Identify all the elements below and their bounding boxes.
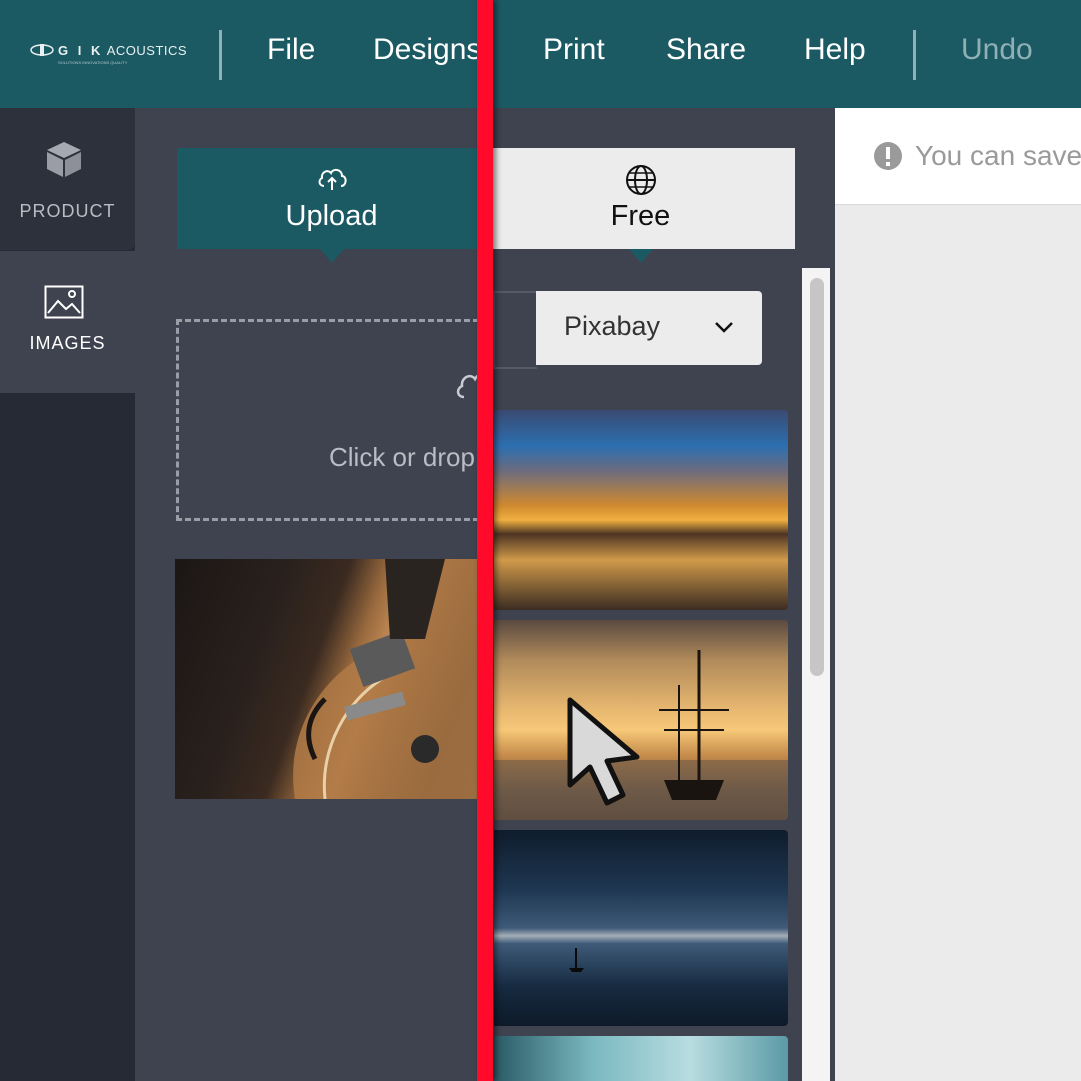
tab-upload[interactable]: Upload [177,148,486,263]
stock-image-ocean-wave[interactable] [494,1036,788,1081]
menu-share[interactable]: Share [666,33,746,67]
cloud-upload-icon [318,168,347,190]
left-sidebar: PRODUCT IMAGES [0,108,135,1081]
sidebar-item-product[interactable]: PRODUCT [0,108,135,250]
logo-text: G I K ACOUSTICS [58,43,188,58]
logo-mark-icon [30,44,54,56]
undo-button[interactable]: Undo [961,33,1033,67]
menu-separator [219,30,222,80]
menu-file[interactable]: File [267,33,315,67]
sidebar-item-images[interactable]: IMAGES [0,251,135,393]
image-search-input[interactable] [493,291,537,369]
uploaded-image-guitar[interactable] [175,559,480,799]
scrollbar-thumb[interactable] [810,278,824,676]
boat-silhouette [569,948,584,972]
logo-tagline: SOLUTIONS INNOVATIONS QUALITY [58,60,128,65]
tab-free[interactable]: Free [486,148,795,263]
tab-label: Free [610,200,671,232]
design-canvas[interactable] [835,108,1081,1081]
cube-icon [47,142,81,177]
stock-image-night-sea[interactable] [494,830,788,1026]
alert-icon [874,142,902,170]
image-source-select[interactable]: Pixabay [536,291,762,365]
select-value: Pixabay [564,311,661,341]
image-icon [44,285,84,319]
comparison-divider [477,0,493,1081]
guitar-photo [293,559,480,799]
menu-help[interactable]: Help [804,33,866,67]
sidebar-item-label: IMAGES [29,333,106,353]
upload-dropzone[interactable]: Click or drop [176,319,491,521]
gik-logo[interactable]: G I K ACOUSTICS SOLUTIONS INNOVATIONS QU… [30,40,187,68]
save-notice: You can save [835,108,1081,205]
stock-image-sunset-clouds[interactable] [494,410,788,610]
chevron-down-icon [715,322,733,333]
menu-separator [913,30,916,80]
top-bar: G I K ACOUSTICS SOLUTIONS INNOVATIONS QU… [0,0,1081,108]
sidebar-item-label: PRODUCT [19,201,116,221]
tab-pointer [319,249,344,263]
cursor-icon [567,697,640,806]
menu-designs[interactable]: Designs [373,33,481,67]
notice-text: You can save [915,140,1081,171]
tab-label: Upload [285,200,378,232]
tab-pointer [628,249,653,263]
globe-icon [625,165,656,195]
menu-print[interactable]: Print [543,33,605,67]
dropzone-text: Click or drop [329,442,475,472]
